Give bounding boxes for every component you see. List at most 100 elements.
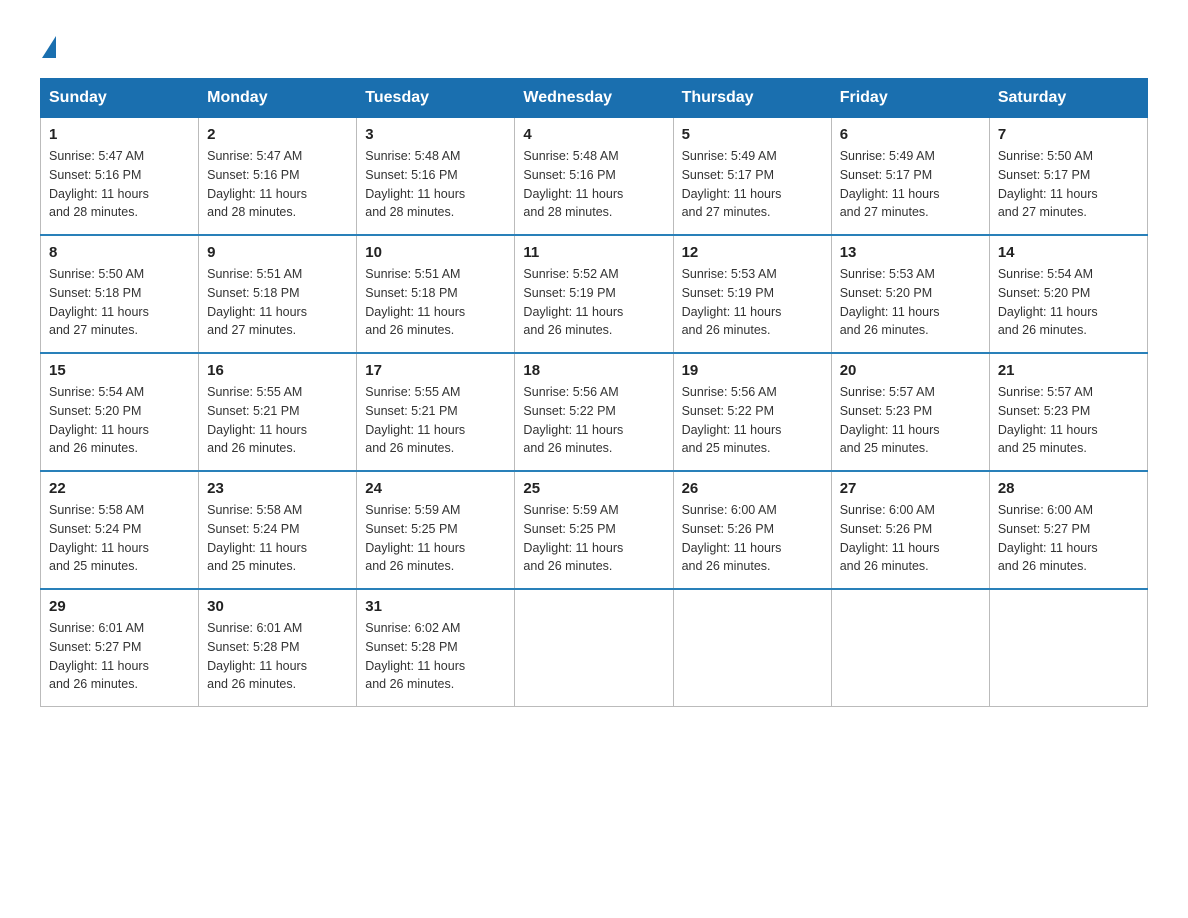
day-info: Sunrise: 5:48 AMSunset: 5:16 PMDaylight:…	[523, 147, 664, 222]
day-number: 6	[840, 126, 981, 143]
day-info: Sunrise: 5:49 AMSunset: 5:17 PMDaylight:…	[682, 147, 823, 222]
calendar-cell: 6 Sunrise: 5:49 AMSunset: 5:17 PMDaylight…	[831, 118, 989, 236]
header-wednesday: Wednesday	[515, 79, 673, 118]
header-thursday: Thursday	[673, 79, 831, 118]
day-info: Sunrise: 6:01 AMSunset: 5:27 PMDaylight:…	[49, 619, 190, 694]
day-info: Sunrise: 5:48 AMSunset: 5:16 PMDaylight:…	[365, 147, 506, 222]
day-number: 23	[207, 480, 348, 497]
logo-triangle-icon	[42, 36, 56, 58]
day-info: Sunrise: 5:50 AMSunset: 5:17 PMDaylight:…	[998, 147, 1139, 222]
calendar-cell: 9Sunrise: 5:51 AMSunset: 5:18 PMDaylight…	[199, 235, 357, 353]
header-friday: Friday	[831, 79, 989, 118]
calendar-cell: 30 Sunrise: 6:01 AMSunset: 5:28 PMDayligh…	[199, 589, 357, 707]
calendar-cell: 23 Sunrise: 5:58 AMSunset: 5:24 PMDayligh…	[199, 471, 357, 589]
calendar-cell: 15Sunrise: 5:54 AMSunset: 5:20 PMDayligh…	[41, 353, 199, 471]
day-number: 25	[523, 480, 664, 497]
calendar-cell: 26 Sunrise: 6:00 AMSunset: 5:26 PMDayligh…	[673, 471, 831, 589]
day-info: Sunrise: 5:58 AMSunset: 5:24 PMDaylight:…	[207, 501, 348, 576]
day-number: 3	[365, 126, 506, 143]
day-number: 20	[840, 362, 981, 379]
calendar-cell: 14 Sunrise: 5:54 AMSunset: 5:20 PMDayligh…	[989, 235, 1147, 353]
calendar-cell: 10 Sunrise: 5:51 AMSunset: 5:18 PMDayligh…	[357, 235, 515, 353]
day-number: 19	[682, 362, 823, 379]
day-info: Sunrise: 5:56 AMSunset: 5:22 PMDaylight:…	[523, 383, 664, 458]
calendar-week-row: 8Sunrise: 5:50 AMSunset: 5:18 PMDaylight…	[41, 235, 1148, 353]
day-info: Sunrise: 5:56 AMSunset: 5:22 PMDaylight:…	[682, 383, 823, 458]
calendar-cell	[515, 589, 673, 707]
calendar-cell: 7 Sunrise: 5:50 AMSunset: 5:17 PMDaylight…	[989, 118, 1147, 236]
calendar-cell: 22Sunrise: 5:58 AMSunset: 5:24 PMDayligh…	[41, 471, 199, 589]
day-info: Sunrise: 5:59 AMSunset: 5:25 PMDaylight:…	[365, 501, 506, 576]
header-sunday: Sunday	[41, 79, 199, 118]
calendar-cell	[831, 589, 989, 707]
logo	[40, 30, 56, 58]
day-number: 8	[49, 244, 190, 261]
calendar-header-row: SundayMondayTuesdayWednesdayThursdayFrid…	[41, 79, 1148, 118]
day-info: Sunrise: 5:52 AMSunset: 5:19 PMDaylight:…	[523, 265, 664, 340]
day-info: Sunrise: 5:55 AMSunset: 5:21 PMDaylight:…	[365, 383, 506, 458]
day-number: 16	[207, 362, 348, 379]
page-header	[40, 30, 1148, 58]
day-info: Sunrise: 5:53 AMSunset: 5:19 PMDaylight:…	[682, 265, 823, 340]
day-number: 29	[49, 598, 190, 615]
day-number: 24	[365, 480, 506, 497]
day-number: 10	[365, 244, 506, 261]
calendar-cell: 13 Sunrise: 5:53 AMSunset: 5:20 PMDayligh…	[831, 235, 989, 353]
calendar-cell: 8Sunrise: 5:50 AMSunset: 5:18 PMDaylight…	[41, 235, 199, 353]
day-info: Sunrise: 5:49 AMSunset: 5:17 PMDaylight:…	[840, 147, 981, 222]
calendar-table: SundayMondayTuesdayWednesdayThursdayFrid…	[40, 78, 1148, 707]
day-number: 7	[998, 126, 1139, 143]
day-number: 22	[49, 480, 190, 497]
day-number: 1	[49, 126, 190, 143]
day-number: 30	[207, 598, 348, 615]
day-info: Sunrise: 5:47 AMSunset: 5:16 PMDaylight:…	[207, 147, 348, 222]
day-number: 26	[682, 480, 823, 497]
day-number: 14	[998, 244, 1139, 261]
header-monday: Monday	[199, 79, 357, 118]
calendar-cell: 19 Sunrise: 5:56 AMSunset: 5:22 PMDayligh…	[673, 353, 831, 471]
day-number: 11	[523, 244, 664, 261]
day-info: Sunrise: 6:00 AMSunset: 5:26 PMDaylight:…	[840, 501, 981, 576]
calendar-cell	[673, 589, 831, 707]
calendar-cell: 1 Sunrise: 5:47 AMSunset: 5:16 PMDaylight…	[41, 118, 199, 236]
calendar-cell: 20 Sunrise: 5:57 AMSunset: 5:23 PMDayligh…	[831, 353, 989, 471]
day-info: Sunrise: 5:51 AMSunset: 5:18 PMDaylight:…	[365, 265, 506, 340]
day-info: Sunrise: 6:02 AMSunset: 5:28 PMDaylight:…	[365, 619, 506, 694]
day-number: 18	[523, 362, 664, 379]
calendar-cell: 4 Sunrise: 5:48 AMSunset: 5:16 PMDaylight…	[515, 118, 673, 236]
day-info: Sunrise: 5:57 AMSunset: 5:23 PMDaylight:…	[840, 383, 981, 458]
calendar-cell: 31Sunrise: 6:02 AMSunset: 5:28 PMDayligh…	[357, 589, 515, 707]
calendar-cell: 29 Sunrise: 6:01 AMSunset: 5:27 PMDayligh…	[41, 589, 199, 707]
day-info: Sunrise: 5:54 AMSunset: 5:20 PMDaylight:…	[998, 265, 1139, 340]
day-number: 9	[207, 244, 348, 261]
day-info: Sunrise: 6:00 AMSunset: 5:26 PMDaylight:…	[682, 501, 823, 576]
header-saturday: Saturday	[989, 79, 1147, 118]
day-number: 17	[365, 362, 506, 379]
calendar-cell: 21 Sunrise: 5:57 AMSunset: 5:23 PMDayligh…	[989, 353, 1147, 471]
day-info: Sunrise: 6:01 AMSunset: 5:28 PMDaylight:…	[207, 619, 348, 694]
day-number: 2	[207, 126, 348, 143]
calendar-cell	[989, 589, 1147, 707]
day-info: Sunrise: 5:54 AMSunset: 5:20 PMDaylight:…	[49, 383, 190, 458]
day-info: Sunrise: 5:59 AMSunset: 5:25 PMDaylight:…	[523, 501, 664, 576]
day-number: 27	[840, 480, 981, 497]
day-number: 12	[682, 244, 823, 261]
day-info: Sunrise: 5:53 AMSunset: 5:20 PMDaylight:…	[840, 265, 981, 340]
day-info: Sunrise: 5:57 AMSunset: 5:23 PMDaylight:…	[998, 383, 1139, 458]
day-number: 4	[523, 126, 664, 143]
calendar-cell: 28Sunrise: 6:00 AMSunset: 5:27 PMDayligh…	[989, 471, 1147, 589]
day-info: Sunrise: 5:47 AMSunset: 5:16 PMDaylight:…	[49, 147, 190, 222]
calendar-cell: 24 Sunrise: 5:59 AMSunset: 5:25 PMDayligh…	[357, 471, 515, 589]
calendar-cell: 17 Sunrise: 5:55 AMSunset: 5:21 PMDayligh…	[357, 353, 515, 471]
calendar-week-row: 1 Sunrise: 5:47 AMSunset: 5:16 PMDaylight…	[41, 118, 1148, 236]
calendar-cell: 27 Sunrise: 6:00 AMSunset: 5:26 PMDayligh…	[831, 471, 989, 589]
calendar-cell: 2 Sunrise: 5:47 AMSunset: 5:16 PMDaylight…	[199, 118, 357, 236]
calendar-cell: 11 Sunrise: 5:52 AMSunset: 5:19 PMDayligh…	[515, 235, 673, 353]
day-info: Sunrise: 5:55 AMSunset: 5:21 PMDaylight:…	[207, 383, 348, 458]
calendar-week-row: 15Sunrise: 5:54 AMSunset: 5:20 PMDayligh…	[41, 353, 1148, 471]
calendar-cell: 12 Sunrise: 5:53 AMSunset: 5:19 PMDayligh…	[673, 235, 831, 353]
day-number: 13	[840, 244, 981, 261]
calendar-week-row: 29 Sunrise: 6:01 AMSunset: 5:27 PMDayligh…	[41, 589, 1148, 707]
day-number: 21	[998, 362, 1139, 379]
calendar-cell: 18 Sunrise: 5:56 AMSunset: 5:22 PMDayligh…	[515, 353, 673, 471]
